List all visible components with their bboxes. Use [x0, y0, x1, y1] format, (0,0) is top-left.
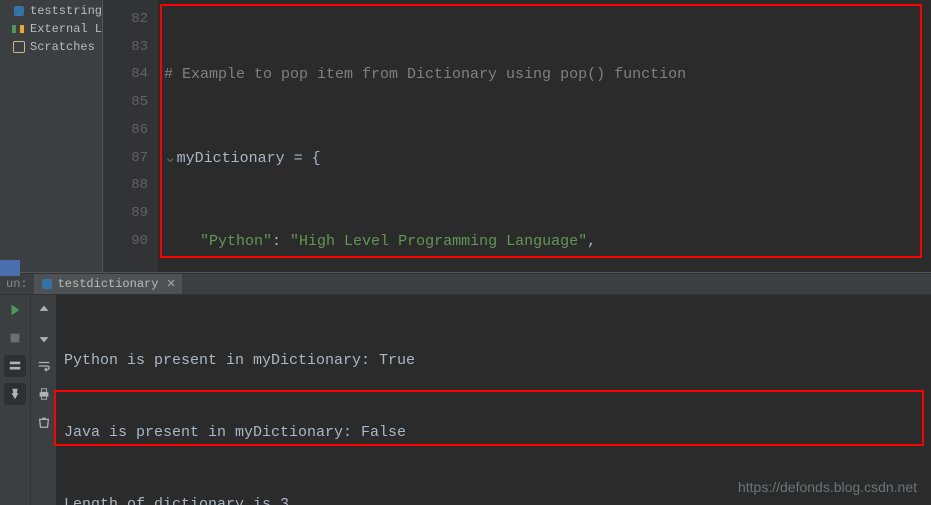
tree-item-label: External Lib: [30, 22, 102, 36]
tree-item-external-libraries[interactable]: External Lib: [0, 20, 102, 38]
console-line: Python is present in myDictionary: True: [64, 349, 923, 373]
close-icon[interactable]: ✕: [166, 277, 175, 291]
tree-item-label: teststring: [30, 4, 102, 18]
line-number[interactable]: 89: [103, 200, 158, 228]
line-number[interactable]: 90: [103, 228, 158, 256]
console-output[interactable]: Python is present in myDictionary: True …: [56, 295, 931, 505]
scratches-icon: [12, 40, 26, 54]
watermark: https://defonds.blog.csdn.net: [738, 479, 917, 495]
clear-icon[interactable]: [33, 411, 55, 433]
tree-item-label: Scratches a: [30, 40, 102, 54]
code-line: ⌄myDictionary = {: [164, 145, 931, 173]
up-icon[interactable]: [33, 299, 55, 321]
print-icon[interactable]: [33, 383, 55, 405]
pin-button[interactable]: [4, 383, 26, 405]
code-line: # Example to pop item from Dictionary us…: [164, 61, 931, 89]
line-number[interactable]: 86: [103, 117, 158, 145]
line-number[interactable]: 83: [103, 34, 158, 62]
line-number[interactable]: 88: [103, 172, 158, 200]
run-button[interactable]: [4, 299, 26, 321]
line-number[interactable]: 85: [103, 89, 158, 117]
python-file-icon: [12, 4, 26, 18]
python-file-icon: [40, 277, 54, 291]
run-tab-label: testdictionary: [58, 277, 159, 291]
external-libraries-icon: [12, 22, 26, 36]
stop-button[interactable]: [4, 327, 26, 349]
tool-window-stripe[interactable]: [0, 260, 20, 276]
code-line: "Python": "High Level Programming Langua…: [164, 228, 931, 256]
line-number[interactable]: 87: [103, 145, 158, 173]
run-tab[interactable]: testdictionary ✕: [34, 274, 182, 294]
run-toolwindow-header: un: testdictionary ✕: [0, 274, 931, 295]
run-left-toolbar-2: [30, 295, 56, 505]
line-number[interactable]: 84: [103, 61, 158, 89]
tree-item-teststring[interactable]: teststring: [0, 2, 102, 20]
soft-wrap-icon[interactable]: [33, 355, 55, 377]
layout-button[interactable]: [4, 355, 26, 377]
run-label: un:: [0, 277, 34, 291]
run-left-toolbar: [0, 295, 30, 505]
project-tree[interactable]: teststring External Lib Scratches a: [0, 0, 102, 272]
down-icon[interactable]: [33, 327, 55, 349]
code-editor[interactable]: # Example to pop item from Dictionary us…: [158, 0, 931, 272]
console-line: Java is present in myDictionary: False: [64, 421, 923, 445]
editor-gutter[interactable]: 82 83 84 85 86 87 88 89 90: [102, 0, 158, 272]
line-number[interactable]: 82: [103, 6, 158, 34]
tree-item-scratches[interactable]: Scratches a: [0, 38, 102, 56]
